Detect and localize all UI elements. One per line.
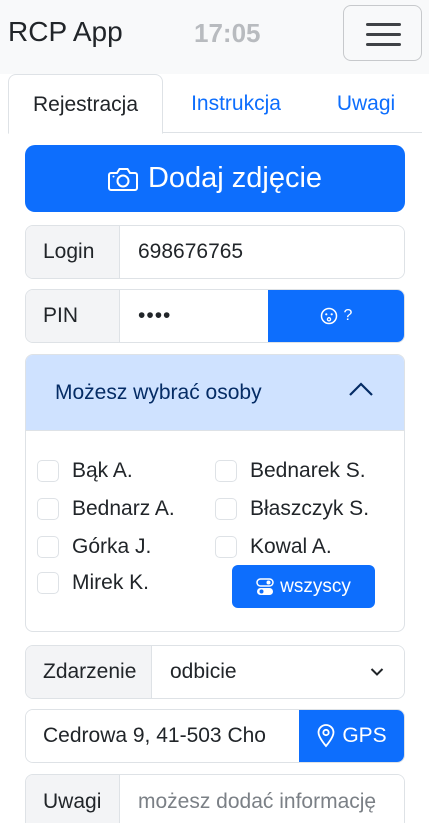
camera-icon bbox=[107, 167, 138, 191]
gps-button[interactable]: GPS bbox=[299, 710, 404, 762]
event-label: Zdarzenie bbox=[26, 646, 152, 698]
person-checkbox-bednarek[interactable]: Bednarek S. bbox=[215, 459, 366, 483]
person-label: Błaszczyk S. bbox=[250, 497, 370, 520]
event-selected-value: odbicie bbox=[170, 660, 237, 683]
tab-uwagi[interactable]: Uwagi bbox=[326, 74, 406, 133]
people-accordion-header[interactable]: Możesz wybrać osoby bbox=[26, 355, 404, 431]
person-checkbox-kowal[interactable]: Kowal A. bbox=[215, 535, 332, 559]
select-all-label: wszyscy bbox=[280, 575, 351, 597]
navbar: RCP App 17:05 bbox=[0, 0, 429, 74]
pin-input[interactable]: •••• bbox=[120, 290, 268, 342]
clock: 17:05 bbox=[194, 18, 261, 48]
checkbox-box[interactable] bbox=[215, 536, 237, 558]
event-group: Zdarzenie odbicie bbox=[25, 645, 405, 699]
toggles-icon bbox=[256, 577, 274, 595]
face-icon bbox=[320, 307, 337, 325]
chevron-up-icon bbox=[349, 382, 373, 396]
pin-group: PIN •••• ? bbox=[25, 289, 405, 343]
tab-rejestracja[interactable]: Rejestracja bbox=[8, 74, 163, 134]
notes-group: Uwagi możesz dodać informację bbox=[25, 774, 405, 823]
person-checkbox-blaszczyk[interactable]: Błaszczyk S. bbox=[215, 497, 369, 521]
person-label: Bednarek S. bbox=[250, 459, 366, 482]
person-label: Mirek K. bbox=[72, 571, 150, 594]
checkbox-box[interactable] bbox=[37, 536, 59, 558]
login-label: Login bbox=[26, 226, 120, 278]
address-input[interactable]: Cedrowa 9, 41-503 Cho bbox=[26, 710, 299, 762]
checkbox-box[interactable] bbox=[215, 460, 237, 482]
notes-input[interactable]: możesz dodać informację bbox=[120, 775, 404, 823]
person-label: Górka J. bbox=[72, 535, 152, 558]
tab-instrukcja[interactable]: Instrukcja bbox=[176, 74, 296, 133]
checkbox-box[interactable] bbox=[37, 460, 59, 482]
checkbox-box[interactable] bbox=[37, 498, 59, 520]
select-all-button[interactable]: wszyscy bbox=[232, 565, 375, 608]
person-label: Kowal A. bbox=[250, 535, 332, 558]
add-photo-label: Dodaj zdjęcie bbox=[147, 162, 323, 194]
login-group: Login 698676765 bbox=[25, 225, 405, 279]
pin-help-label: ? bbox=[343, 307, 353, 324]
gps-label: GPS bbox=[342, 724, 387, 747]
tab-bar: Rejestracja Instrukcja Uwagi bbox=[8, 74, 422, 134]
checkbox-box[interactable] bbox=[215, 498, 237, 520]
person-label: Bednarz A. bbox=[72, 497, 175, 520]
pin-help-button[interactable]: ? bbox=[268, 290, 404, 342]
app-brand[interactable]: RCP App bbox=[8, 16, 123, 48]
person-checkbox-bak[interactable]: Bąk A. bbox=[37, 459, 133, 483]
menu-toggle-button[interactable] bbox=[343, 5, 422, 61]
people-accordion-title: Możesz wybrać osoby bbox=[55, 380, 262, 404]
person-checkbox-mirek[interactable]: Mirek K. bbox=[37, 571, 149, 595]
checkbox-box[interactable] bbox=[37, 572, 59, 594]
login-input[interactable]: 698676765 bbox=[120, 226, 404, 278]
person-checkbox-gorka[interactable]: Górka J. bbox=[37, 535, 151, 559]
chevron-down-icon bbox=[370, 668, 384, 676]
address-group: Cedrowa 9, 41-503 Cho GPS bbox=[25, 709, 405, 763]
notes-label: Uwagi bbox=[26, 775, 120, 823]
pin-label: PIN bbox=[26, 290, 120, 342]
person-label: Bąk A. bbox=[72, 459, 133, 482]
event-select[interactable]: odbicie bbox=[152, 646, 404, 698]
person-checkbox-bednarz[interactable]: Bednarz A. bbox=[37, 497, 175, 521]
location-pin-icon bbox=[317, 724, 335, 748]
add-photo-button[interactable]: Dodaj zdjęcie bbox=[25, 145, 405, 212]
